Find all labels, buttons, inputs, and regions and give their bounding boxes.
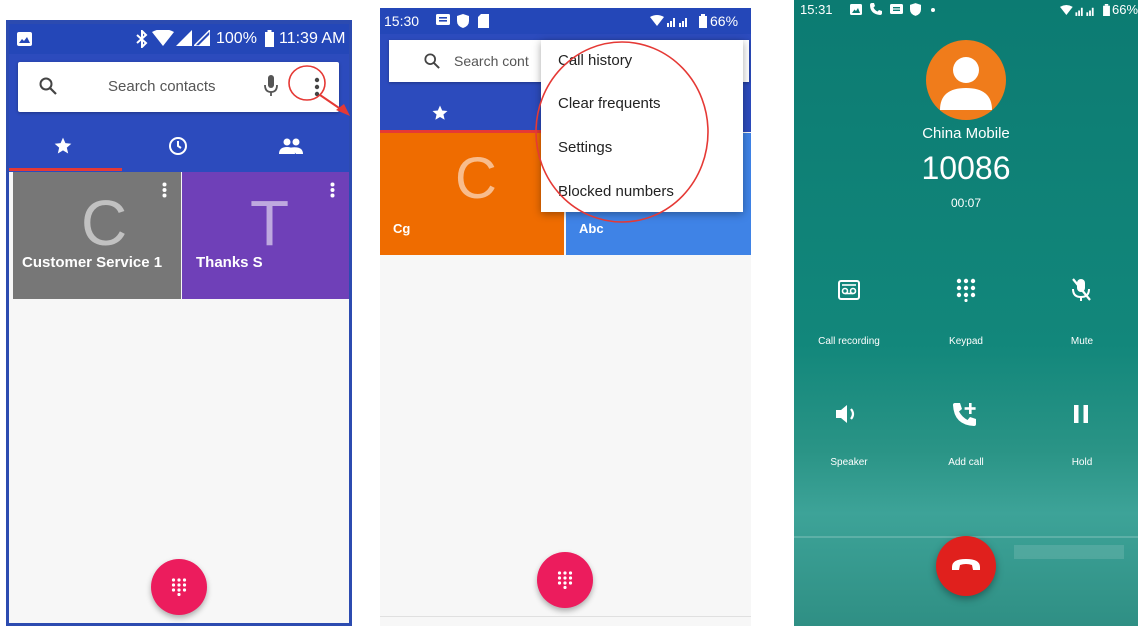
dialer-screen-menu: 15:30 66% Search cont C Cg Abc Call hist…: [380, 8, 751, 626]
hold-button[interactable]: [1074, 405, 1088, 428]
battery-percent: 66%: [1112, 2, 1138, 17]
speaker-label: Speaker: [830, 457, 868, 468]
notification-dot: [931, 8, 935, 12]
mic-icon[interactable]: [264, 75, 278, 97]
end-call-button[interactable]: [936, 536, 996, 596]
caller-name: China Mobile: [922, 125, 1010, 142]
call-recording-label: Call recording: [818, 336, 880, 347]
tile-name: Customer Service 1: [22, 254, 163, 271]
tile-name: Thanks S: [196, 254, 263, 271]
call-duration: 00:07: [950, 196, 982, 210]
search-icon[interactable]: [424, 53, 440, 69]
signal-icon: [176, 30, 192, 46]
more-vert-icon[interactable]: [162, 182, 167, 203]
status-bar: 15:30 66%: [380, 8, 751, 34]
clock-time: 11:39 AM: [279, 30, 346, 47]
sim-icon: [478, 14, 489, 28]
tab-bar: [9, 122, 349, 172]
tile-letter: T: [250, 187, 290, 259]
wifi-icon: [152, 30, 174, 46]
people-icon: [279, 138, 303, 154]
mic-off-icon: [1072, 278, 1091, 301]
dialpad-fab[interactable]: [537, 552, 593, 608]
avatar: [926, 40, 1006, 120]
person-icon: [940, 57, 992, 110]
tab-favorites[interactable]: [431, 104, 449, 122]
shield-icon: [457, 14, 469, 28]
hold-label: Hold: [1071, 457, 1093, 468]
annotation-highlight: [288, 65, 350, 116]
mute-label: Mute: [1070, 336, 1094, 347]
bluetooth-icon: [136, 30, 148, 48]
battery-icon: [1103, 4, 1110, 16]
in-call-screen: 15:31 66% China Mobile 10086 00:07 Call …: [794, 0, 1138, 626]
dialpad-fab[interactable]: [151, 559, 207, 615]
annotation-highlight: [535, 41, 709, 223]
add-call-button[interactable]: [952, 401, 978, 432]
end-call-icon: [952, 559, 980, 570]
more-vert-icon[interactable]: [330, 182, 335, 203]
background-pier: [1014, 545, 1124, 559]
image-notification-icon: [850, 4, 862, 15]
call-recording-button[interactable]: [838, 280, 860, 305]
keypad-button[interactable]: [956, 278, 976, 307]
status-bar: 100% 11:39 AM: [9, 24, 349, 54]
signal-2-icon: [194, 30, 210, 46]
signal-icon: [650, 15, 694, 27]
tab-favorites[interactable]: [53, 136, 73, 156]
search-placeholder[interactable]: Search cont: [454, 53, 529, 69]
status-bar: 15:31 66%: [794, 0, 1138, 22]
favorite-tile[interactable]: T Thanks S: [182, 172, 349, 299]
tile-letter: C: [81, 187, 128, 259]
star-icon: [54, 137, 72, 154]
battery-icon: [699, 14, 707, 28]
dialpad-icon: [557, 571, 573, 589]
tile-letter: C: [455, 146, 497, 211]
message-icon: [890, 4, 903, 15]
active-tab-indicator: [9, 168, 122, 171]
add-call-label: Add call: [948, 457, 984, 468]
phone-icon: [870, 3, 882, 15]
tile-name: Cg: [393, 221, 411, 236]
battery-percent: 66%: [710, 13, 739, 29]
add-call-icon: [953, 403, 976, 426]
battery-icon: [265, 30, 274, 47]
search-placeholder[interactable]: Search contacts: [108, 78, 216, 95]
star-icon: [432, 105, 448, 120]
caller-number: 10086: [921, 150, 1011, 186]
battery-percent: 100%: [216, 30, 257, 47]
dialpad-icon: [171, 578, 187, 596]
signal-icon: [1060, 5, 1100, 16]
mute-button[interactable]: [1071, 278, 1091, 307]
voicemail-icon: [838, 280, 860, 300]
divider: [380, 616, 751, 617]
keypad-label: Keypad: [949, 336, 983, 347]
favorite-tile[interactable]: C Customer Service 1: [13, 172, 181, 299]
tab-contacts[interactable]: [279, 138, 303, 154]
clock-time: 15:30: [384, 13, 420, 29]
search-icon[interactable]: [39, 77, 57, 95]
message-icon: [436, 14, 450, 27]
shield-icon: [910, 3, 921, 16]
image-notification-icon: [17, 32, 32, 46]
speaker-button[interactable]: [836, 404, 860, 429]
speaker-icon: [836, 405, 855, 423]
clock-icon: [169, 137, 187, 155]
dialpad-icon: [956, 278, 976, 303]
tab-recents[interactable]: [168, 136, 188, 156]
clock-time: 15:31: [800, 2, 833, 17]
pause-icon: [1074, 405, 1088, 423]
